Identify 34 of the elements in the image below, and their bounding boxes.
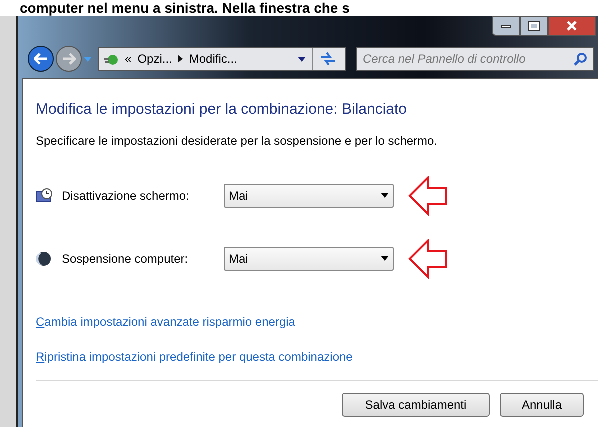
breadcrumb[interactable]: Modific...	[189, 50, 238, 68]
dropdown-caret-icon	[298, 56, 306, 62]
chevron-icon	[178, 55, 184, 63]
setting-label: Disattivazione schermo:	[62, 188, 190, 204]
breadcrumb[interactable]: Opzi...	[138, 50, 172, 68]
breadcrumb[interactable]: «	[125, 50, 132, 68]
arrow-icon	[408, 176, 448, 216]
monitor-clock-icon	[36, 188, 54, 204]
search-icon	[574, 52, 588, 66]
page-title: Modifica le impostazioni per la combinazione: Bilanciato	[36, 100, 408, 120]
right-arrow-icon	[62, 53, 76, 65]
back-button[interactable]	[28, 46, 54, 72]
link[interactable]: Cambia impostazioni avanzate risparmio energia	[36, 312, 296, 330]
left-arrow-icon	[34, 53, 48, 65]
dialog-button[interactable]: Salva cambiamenti	[342, 392, 490, 416]
dialog-button[interactable]: Annulla	[500, 392, 584, 416]
link[interactable]: Ripristina impostazioni predefinite per questa combinazione	[36, 348, 353, 366]
arrow-icon	[408, 238, 448, 278]
moon-icon	[36, 250, 52, 266]
setting-label: Sospensione computer:	[62, 250, 190, 268]
maximize-button[interactable]	[520, 16, 548, 36]
minimize-button[interactable]	[492, 16, 520, 36]
dropdown[interactable]: Mai	[224, 184, 394, 208]
address-bar[interactable]: « Opzi... Modific...	[98, 47, 346, 71]
close-icon	[567, 21, 577, 31]
caret-icon	[84, 56, 92, 62]
close-button[interactable]	[548, 16, 596, 36]
forward-button[interactable]	[56, 46, 82, 72]
page-subtitle: Specificare le impostazioni desiderate per la sospensione e per lo schermo.	[36, 132, 439, 150]
caption-text: computer nel menu a sinistra. Nella finestra che s	[19, 0, 351, 16]
dropdown-caret-icon	[381, 193, 389, 198]
dropdown[interactable]: Mai	[224, 246, 394, 270]
search-field[interactable]: Cerca nel Pannello di controllo	[356, 47, 594, 71]
dropdown-caret-icon	[381, 256, 389, 261]
